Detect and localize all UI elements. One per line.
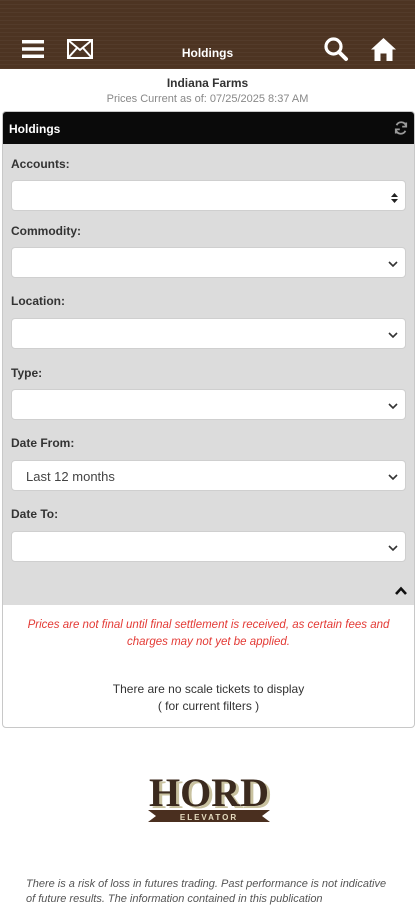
chevron-up-icon[interactable] [394, 584, 408, 602]
home-icon[interactable] [370, 36, 397, 62]
filter-section: Accounts: Commodity: Location: Type: Dat… [3, 144, 414, 605]
panel-title: Holdings [9, 122, 61, 136]
date-from-label: Date From: [11, 436, 75, 450]
search-icon[interactable] [323, 36, 349, 62]
accounts-select[interactable] [11, 180, 406, 211]
refresh-icon[interactable] [394, 121, 408, 140]
hord-elevator-logo: HORD HORD ELEVATOR [144, 770, 274, 835]
chevron-down-icon [387, 328, 399, 346]
date-from-select[interactable]: Last 12 months [11, 460, 406, 491]
futures-risk-disclaimer: There is a risk of loss in futures tradi… [26, 878, 387, 905]
location-label: Location: [11, 294, 65, 308]
date-to-label: Date To: [11, 507, 59, 521]
updown-arrow-icon [390, 191, 399, 209]
prices-current-timestamp: Prices Current as of: 07/25/2025 8:37 AM [106, 93, 309, 105]
date-to-select[interactable] [11, 531, 406, 562]
accounts-label: Accounts: [11, 157, 70, 171]
company-name: Indiana Farms [166, 76, 249, 90]
page-title: Holdings [181, 46, 234, 60]
commodity-select[interactable] [11, 247, 406, 278]
top-bar: Holdings [0, 0, 415, 69]
chevron-down-icon [387, 257, 399, 275]
panel-header: Holdings [3, 112, 414, 144]
svg-text:ELEVATOR: ELEVATOR [180, 813, 238, 822]
empty-state: There are no scale tickets to display ( … [3, 681, 414, 715]
type-label: Type: [11, 366, 43, 380]
chevron-down-icon [387, 399, 399, 417]
chevron-down-icon [387, 541, 399, 559]
location-select[interactable] [11, 318, 406, 349]
date-from-value: Last 12 months [26, 469, 115, 484]
empty-state-note: ( for current filters ) [157, 699, 260, 713]
prices-disclaimer: Prices are not final until final settlem… [27, 619, 390, 648]
commodity-label: Commodity: [11, 224, 81, 238]
holdings-panel: Holdings Accounts: Commodity: Location: [2, 111, 415, 728]
empty-state-message: There are no scale tickets to display [112, 682, 305, 696]
type-select[interactable] [11, 389, 406, 420]
svg-text:HORD: HORD [149, 770, 269, 815]
chevron-down-icon [387, 470, 399, 488]
